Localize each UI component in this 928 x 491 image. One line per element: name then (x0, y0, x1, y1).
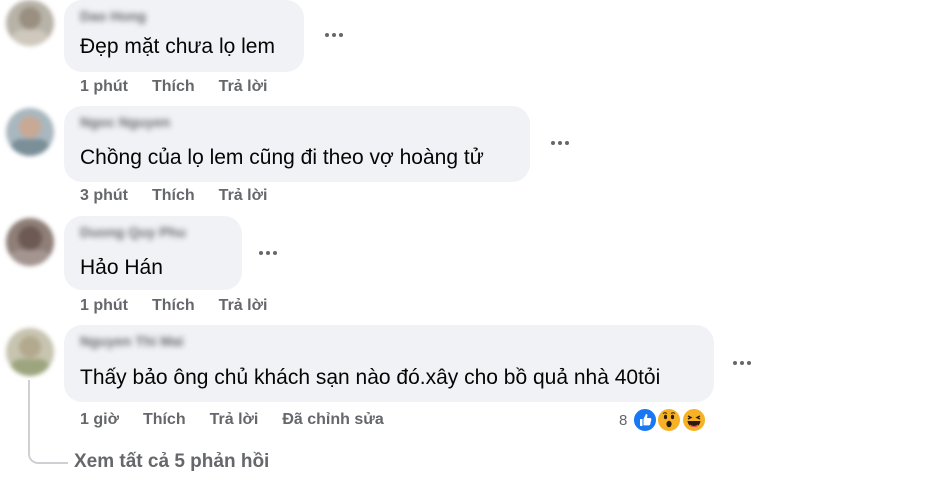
comment-author[interactable]: Nguyen Thi Mai (80, 333, 183, 349)
wow-reaction-icon (656, 407, 682, 433)
comment-actions: 1 phút Thích Trả lời (80, 297, 267, 315)
avatar[interactable] (6, 218, 54, 266)
haha-reaction-icon (681, 407, 707, 433)
reaction-count[interactable]: 8 (619, 412, 627, 429)
avatar[interactable] (6, 108, 54, 156)
comment-author[interactable]: Duong Quy Phu (80, 224, 186, 240)
comment-bubble: Dao Hong Đẹp mặt chưa lọ lem (64, 0, 304, 72)
avatar[interactable] (6, 328, 54, 376)
comment-time[interactable]: 1 phút (80, 297, 128, 315)
comment-text: Hảo Hán (80, 256, 163, 279)
comment-bubble: Ngoc Nguyen Chồng của lọ lem cũng đi the… (64, 106, 530, 182)
like-button[interactable]: Thích (152, 297, 195, 315)
avatar[interactable] (6, 0, 54, 46)
more-options-icon[interactable] (544, 133, 576, 153)
reply-button[interactable]: Trả lời (210, 411, 259, 429)
comment-text: Thấy bảo ông chủ khách sạn nào đó.xây ch… (80, 366, 661, 389)
reply-button[interactable]: Trả lời (219, 78, 268, 96)
like-button[interactable]: Thích (152, 187, 195, 205)
comment-actions: 1 phút Thích Trả lời (80, 78, 267, 96)
comment-bubble: Nguyen Thi Mai Thấy bảo ông chủ khách sạ… (64, 325, 714, 402)
comment-time[interactable]: 1 phút (80, 78, 128, 96)
like-reaction-icon (632, 407, 658, 433)
like-button[interactable]: Thích (143, 411, 186, 429)
comment-actions: 1 giờ Thích Trả lời Đã chỉnh sửa (80, 411, 384, 429)
edited-label[interactable]: Đã chỉnh sửa (282, 411, 383, 429)
view-all-replies-link[interactable]: Xem tất cả 5 phản hồi (74, 451, 269, 473)
reply-button[interactable]: Trả lời (219, 297, 268, 315)
comment-text: Đẹp mặt chưa lọ lem (80, 35, 275, 58)
more-options-icon[interactable] (318, 25, 350, 45)
reply-button[interactable]: Trả lời (219, 187, 268, 205)
comment-bubble: Duong Quy Phu Hảo Hán (64, 216, 242, 290)
more-options-icon[interactable] (252, 243, 284, 263)
reply-thread-line (28, 380, 68, 464)
comment-time[interactable]: 3 phút (80, 187, 128, 205)
like-button[interactable]: Thích (152, 78, 195, 96)
comment-author[interactable]: Dao Hong (80, 8, 146, 24)
comment-time[interactable]: 1 giờ (80, 411, 119, 429)
more-options-icon[interactable] (726, 353, 758, 373)
comment-author[interactable]: Ngoc Nguyen (80, 114, 170, 130)
comment-text: Chồng của lọ lem cũng đi theo vợ hoàng t… (80, 146, 484, 169)
comment-actions: 3 phút Thích Trả lời (80, 187, 267, 205)
